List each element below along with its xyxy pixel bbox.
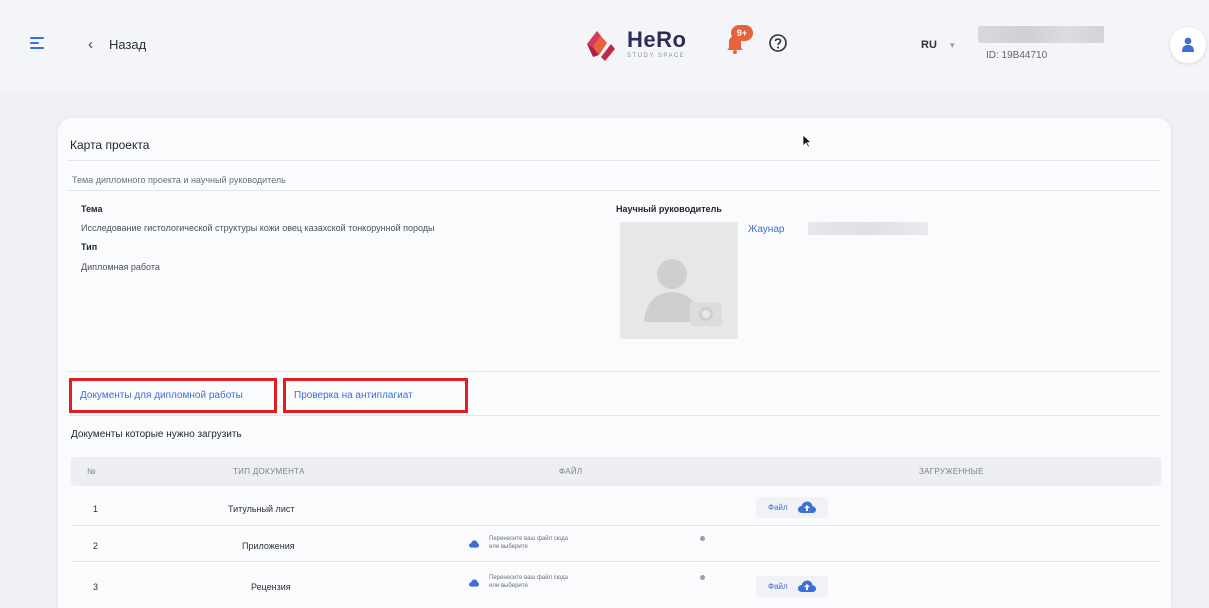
documents-title: Документы которые нужно загрузить (71, 429, 242, 440)
cloud-upload-icon (797, 501, 816, 513)
divider (71, 561, 1161, 562)
file-dropzone[interactable]: Перенесите ваш файл сюда или выберите (469, 535, 579, 551)
column-header: № (87, 467, 96, 476)
topic-label: Тема (81, 204, 103, 214)
status-dot (700, 536, 705, 541)
document-type: Приложения (242, 541, 295, 551)
help-icon[interactable] (768, 33, 788, 53)
divider (71, 525, 1161, 526)
divider (68, 371, 1161, 372)
divider (68, 160, 1161, 161)
person-placeholder-icon (644, 259, 722, 326)
type-value: Дипломная работа (81, 262, 160, 272)
user-name-redacted (978, 26, 1104, 43)
supervisor-name[interactable]: Жаунар (748, 224, 784, 235)
supervisor-photo (620, 222, 738, 339)
logo-title: HeRo (627, 27, 687, 52)
file-dropzone[interactable]: Перенесите ваш файл сюда или выберите (469, 574, 579, 590)
document-type: Рецензия (251, 582, 291, 592)
divider (68, 190, 1161, 191)
divider (68, 415, 1161, 416)
type-label: Тип (81, 242, 98, 252)
column-header: ФАЙЛ (559, 467, 583, 476)
back-label: Назад (109, 37, 147, 52)
status-dot (700, 575, 705, 580)
back-button[interactable]: ‹ Назад (88, 36, 146, 53)
supervisor-label: Научный руководитель (616, 204, 722, 214)
chevron-left-icon: ‹ (88, 36, 93, 53)
user-icon (1182, 37, 1194, 52)
uploaded-file-button[interactable]: Файл (756, 576, 828, 597)
row-number: 1 (93, 504, 99, 514)
row-number: 2 (93, 541, 99, 551)
section-subtitle: Тема дипломного проекта и научный руково… (72, 175, 286, 185)
caret-down-icon: ▾ (949, 40, 955, 50)
cloud-upload-icon (469, 579, 479, 587)
language-value: RU (921, 39, 937, 51)
tab-label: Проверка на антиплагиат (294, 390, 413, 401)
column-header: ТИП ДОКУМЕНТА (233, 467, 305, 476)
logo[interactable]: HeRo STUDY SPACE (583, 27, 686, 61)
notification-badge: 9+ (731, 25, 753, 41)
tab-thesis-documents[interactable]: Документы для дипломной работы (69, 378, 277, 413)
column-header: ЗАГРУЖЕННЫЕ (919, 467, 984, 476)
mouse-cursor-icon (802, 134, 812, 148)
profile-avatar-button[interactable] (1170, 27, 1206, 63)
table-header: № ТИП ДОКУМЕНТА ФАЙЛ ЗАГРУЖЕННЫЕ (71, 457, 1161, 486)
top-bar: ‹ Назад HeRo STUDY SPACE 9+ RU ▾ ID: 19B… (0, 0, 1209, 92)
hero-logo-icon (587, 31, 615, 61)
row-number: 3 (93, 582, 99, 592)
logo-subtitle: STUDY SPACE (627, 53, 686, 59)
project-card: Карта проекта Тема дипломного проекта и … (58, 118, 1171, 608)
topic-value: Исследование гистологической структуры к… (81, 223, 435, 233)
user-id: ID: 19B44710 (986, 50, 1048, 61)
document-type: Титульный лист (228, 504, 295, 514)
cloud-upload-icon (797, 580, 816, 592)
file-label: Файл (768, 503, 788, 512)
dropzone-text: Перенесите ваш файл сюда или выберите (489, 575, 568, 589)
tab-plagiarism-check[interactable]: Проверка на антиплагиат (283, 378, 468, 413)
menu-icon[interactable] (30, 37, 44, 49)
language-select[interactable]: RU ▾ (921, 39, 954, 51)
file-label: Файл (768, 582, 788, 591)
card-title: Карта проекта (70, 138, 150, 152)
cloud-upload-icon (469, 540, 479, 548)
dropzone-text: Перенесите ваш файл сюда или выберите (489, 536, 568, 550)
tab-label: Документы для дипломной работы (80, 390, 243, 401)
uploaded-file-button[interactable]: Файл (756, 497, 828, 518)
supervisor-name-redacted (808, 222, 928, 235)
